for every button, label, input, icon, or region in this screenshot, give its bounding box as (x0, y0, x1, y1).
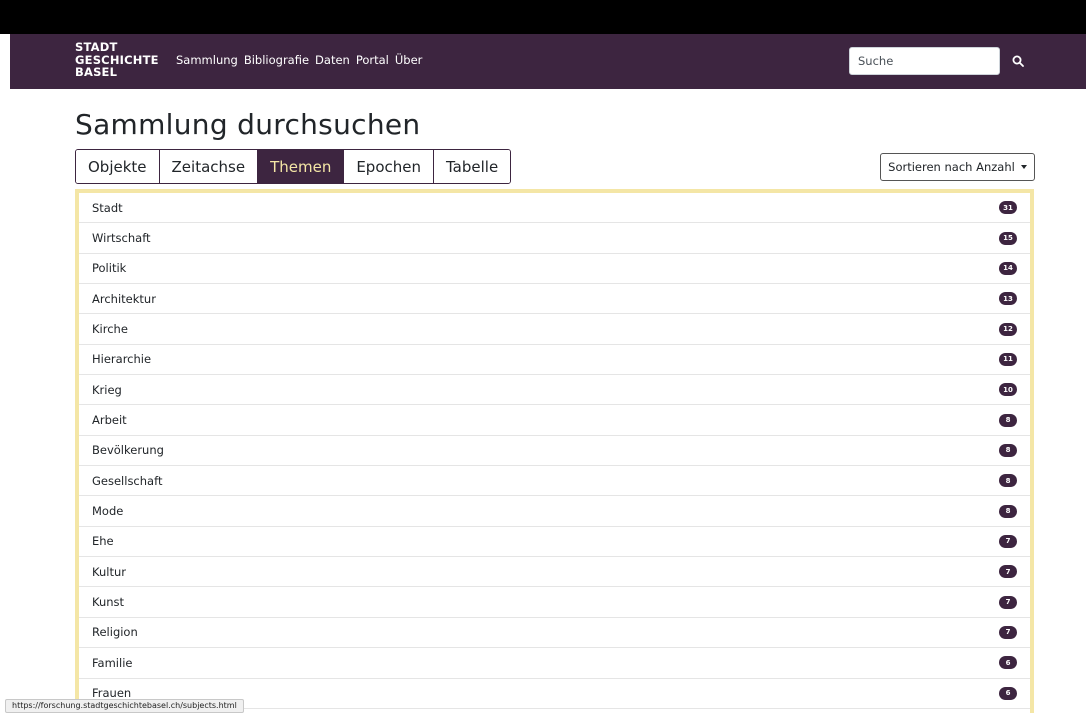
count-badge: 11 (999, 352, 1017, 366)
item-label: Krieg (92, 382, 122, 397)
nav-link-portal[interactable]: Portal (356, 53, 389, 67)
item-label: Wirtschaft (92, 231, 151, 246)
list-item[interactable]: Stadt 31 (79, 193, 1030, 224)
item-label: Ehe (92, 534, 114, 549)
count-badge: 10 (999, 383, 1017, 397)
logo-line-1: STADT (75, 40, 118, 54)
nav-link-sammlung[interactable]: Sammlung (176, 53, 238, 67)
item-label: Hierarchie (92, 352, 152, 367)
list-item[interactable]: Mode 8 (79, 496, 1030, 527)
list-item[interactable]: Bevölkerung 8 (79, 436, 1030, 467)
page-title: Sammlung durchsuchen (75, 108, 421, 141)
list-item[interactable]: Politik 14 (79, 254, 1030, 285)
list-item[interactable]: Kunst 7 (79, 587, 1030, 618)
nav-link-daten[interactable]: Daten (315, 53, 350, 67)
sort-dropdown-button[interactable]: Sortieren nach Anzahl (880, 153, 1035, 181)
list-item[interactable]: Arbeit 8 (79, 405, 1030, 436)
count-badge: 31 (999, 201, 1017, 215)
item-label: Familie (92, 655, 133, 670)
sort-label: Sortieren nach Anzahl (888, 160, 1015, 174)
count-badge: 15 (999, 231, 1017, 245)
count-badge: 12 (999, 322, 1017, 336)
count-badge: 13 (999, 292, 1017, 306)
search-input[interactable] (849, 47, 1000, 75)
list-item[interactable]: Architektur 13 (79, 284, 1030, 315)
item-label: Bevölkerung (92, 443, 164, 458)
logo-line-3: BASEL (75, 65, 118, 79)
count-badge: 14 (999, 261, 1017, 275)
count-badge: 7 (999, 625, 1017, 639)
search-button[interactable] (1003, 47, 1033, 75)
search-icon (1012, 55, 1024, 67)
list-item[interactable]: Hierarchie 11 (79, 345, 1030, 376)
item-label: Architektur (92, 291, 156, 306)
list-item[interactable]: Wirtschaft 15 (79, 223, 1030, 254)
item-label: Kunst (92, 595, 125, 610)
caret-down-icon (1020, 165, 1027, 169)
tab-objekte[interactable]: Objekte (76, 150, 160, 183)
count-badge: 8 (999, 504, 1017, 518)
item-label: Arbeit (92, 413, 127, 428)
subject-list: Stadt 31 Wirtschaft 15 Politik 14 Architekt… (75, 189, 1034, 713)
site-logo[interactable]: STADT GESCHICHTE BASEL (75, 41, 159, 79)
item-label: Kirche (92, 322, 128, 337)
tab-zeitachse[interactable]: Zeitachse (159, 150, 259, 183)
nav-link-bibliografie[interactable]: Bibliografie (244, 53, 309, 67)
count-badge: 8 (999, 443, 1017, 457)
tab-epochen[interactable]: Epochen (344, 150, 434, 183)
status-bar-url: https://forschung.stadtgeschichtebasel.c… (5, 699, 244, 713)
tab-tabelle[interactable]: Tabelle (434, 150, 511, 183)
count-badge: 6 (999, 656, 1017, 670)
view-tabs: Objekte Zeitachse Themen Epochen Tabelle (75, 149, 512, 184)
list-item[interactable]: Kirche 12 (79, 314, 1030, 345)
count-badge: 7 (999, 534, 1017, 548)
list-item[interactable]: Krieg 10 (79, 375, 1030, 406)
list-item[interactable]: Religion 7 (79, 618, 1030, 649)
count-badge: 8 (999, 413, 1017, 427)
item-label: Kultur (92, 564, 126, 579)
count-badge: 7 (999, 595, 1017, 609)
nav-link-ueber[interactable]: Über (395, 53, 423, 67)
item-label: Gesellschaft (92, 473, 163, 488)
list-item[interactable]: Ehe 7 (79, 527, 1030, 558)
count-badge: 7 (999, 565, 1017, 579)
list-item[interactable]: Kultur 7 (79, 557, 1030, 588)
list-item[interactable]: Gesellschaft 8 (79, 466, 1030, 497)
item-label: Politik (92, 261, 127, 276)
main-navbar: STADT GESCHICHTE BASEL Sammlung Bibliogr… (10, 34, 1086, 89)
item-label: Stadt (92, 200, 123, 215)
nav-links: Sammlung Bibliografie Daten Portal Über (176, 53, 428, 67)
tab-themen[interactable]: Themen (258, 150, 345, 183)
count-badge: 8 (999, 474, 1017, 488)
item-label: Religion (92, 625, 138, 640)
browser-top-bar (0, 0, 1086, 34)
count-badge: 6 (999, 686, 1017, 700)
list-item[interactable]: Familie 6 (79, 648, 1030, 679)
item-label: Mode (92, 504, 124, 519)
